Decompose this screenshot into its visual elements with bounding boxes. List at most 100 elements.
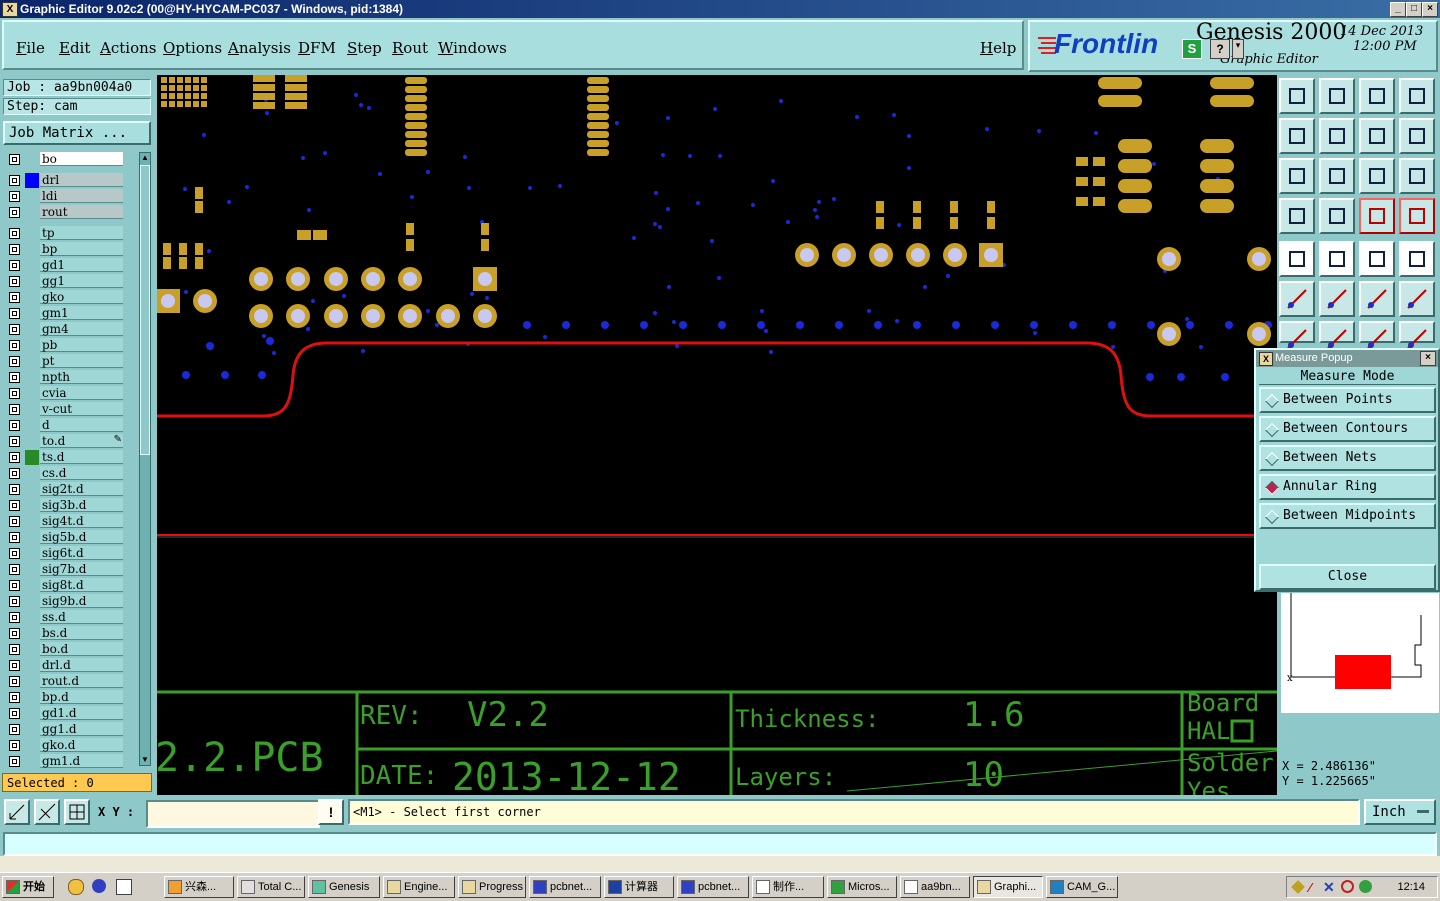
- mirror-icon[interactable]: [1359, 118, 1395, 154]
- measure-option[interactable]: Between Points: [1259, 387, 1436, 413]
- layer-name[interactable]: to.d: [40, 434, 123, 448]
- close-icon[interactable]: ×: [1420, 351, 1436, 366]
- layer-row[interactable]: gm1.d: [6, 754, 124, 769]
- layer-row[interactable]: drl.d: [6, 658, 124, 673]
- query-icon[interactable]: [1399, 158, 1435, 194]
- layer-checkbox[interactable]: [9, 548, 20, 559]
- one-to-one-icon[interactable]: [1359, 158, 1395, 194]
- units-selector[interactable]: Inch: [1364, 799, 1436, 825]
- layer-row[interactable]: sig8t.d: [6, 578, 124, 593]
- layer-checkbox[interactable]: [9, 436, 20, 447]
- layer-checkbox[interactable]: [9, 308, 20, 319]
- layer-row[interactable]: rout: [6, 205, 124, 220]
- layer-checkbox[interactable]: [9, 292, 20, 303]
- layer-checkbox[interactable]: [9, 154, 20, 165]
- layer-checkbox[interactable]: [9, 564, 20, 575]
- connect2-icon[interactable]: [1399, 281, 1435, 317]
- layer-row[interactable]: pb: [6, 338, 124, 353]
- measure-option[interactable]: Between Contours: [1259, 416, 1436, 442]
- layer-name[interactable]: bp: [40, 242, 123, 256]
- layer-name[interactable]: bo: [40, 152, 123, 166]
- start-button[interactable]: 开始: [2, 876, 54, 898]
- layer-name[interactable]: pb: [40, 338, 123, 352]
- layer-name[interactable]: rout.d: [40, 674, 123, 688]
- layer-row[interactable]: pt: [6, 354, 124, 369]
- redraw-icon[interactable]: [1399, 118, 1435, 154]
- taskbar-task[interactable]: Total C...: [237, 876, 305, 898]
- layer-row[interactable]: drl: [6, 173, 124, 188]
- layer-row[interactable]: bp.d: [6, 690, 124, 705]
- close-button[interactable]: Close: [1259, 564, 1436, 590]
- layer-row[interactable]: d: [6, 418, 124, 433]
- layer-row[interactable]: gg1: [6, 274, 124, 289]
- layer-name[interactable]: gko.d: [40, 738, 123, 752]
- scroll-up-icon[interactable]: ▲: [141, 153, 149, 163]
- layer-row[interactable]: ts.d: [6, 450, 124, 465]
- layer-name[interactable]: sig7b.d: [40, 562, 123, 576]
- taskbar-task[interactable]: 计算器: [604, 876, 674, 898]
- layer-checkbox[interactable]: [9, 644, 20, 655]
- center-icon[interactable]: [1319, 158, 1355, 194]
- measure-popup[interactable]: X Measure Popup × Measure Mode Between P…: [1254, 348, 1440, 592]
- layer-row[interactable]: v-cut: [6, 402, 124, 417]
- layer-row[interactable]: gd1.d: [6, 706, 124, 721]
- net-red2-icon[interactable]: [1399, 198, 1435, 234]
- layer-checkbox[interactable]: [9, 388, 20, 399]
- zoom-fit-icon[interactable]: [4, 799, 30, 825]
- pan-left-icon[interactable]: [1279, 118, 1315, 154]
- layer-row[interactable]: sig7b.d: [6, 562, 124, 577]
- layer-name[interactable]: gm1.d: [40, 754, 123, 768]
- layer-row[interactable]: sig5b.d: [6, 530, 124, 545]
- taskbar-task[interactable]: Engine...: [383, 876, 455, 898]
- clock-quicklaunch-icon[interactable]: [68, 879, 84, 895]
- layer-name[interactable]: gm1: [40, 306, 123, 320]
- layer-row[interactable]: bo.d: [6, 642, 124, 657]
- draw-icon[interactable]: [1319, 241, 1355, 277]
- layer-name[interactable]: bs.d: [40, 626, 123, 640]
- scroll-down-icon[interactable]: ▼: [141, 755, 149, 765]
- layer-checkbox[interactable]: [9, 260, 20, 271]
- fit-icon[interactable]: [1279, 158, 1315, 194]
- filter-icon[interactable]: [1279, 198, 1315, 234]
- taskbar-task[interactable]: Genesis: [308, 876, 380, 898]
- layer-row[interactable]: ss.d: [6, 610, 124, 625]
- layer-row[interactable]: gko.d: [6, 738, 124, 753]
- chevron-down-icon[interactable]: ▾: [1232, 39, 1244, 59]
- layer-row[interactable]: bo: [6, 152, 124, 167]
- layer-name[interactable]: tp: [40, 226, 123, 240]
- layer-checkbox[interactable]: [9, 516, 20, 527]
- layer-row[interactable]: sig2t.d: [6, 482, 124, 497]
- slash2-icon[interactable]: [1319, 321, 1355, 349]
- menu-step[interactable]: Step: [347, 39, 382, 57]
- layer-row[interactable]: ldi: [6, 189, 124, 204]
- layer-row[interactable]: gko: [6, 290, 124, 305]
- layer-checkbox[interactable]: [9, 580, 20, 591]
- taskbar-task[interactable]: Progress: [458, 876, 526, 898]
- layer-row[interactable]: rout.d: [6, 674, 124, 689]
- alert-button[interactable]: !: [318, 799, 344, 825]
- layer-name[interactable]: drl.d: [40, 658, 123, 672]
- layer-row[interactable]: sig9b.d: [6, 594, 124, 609]
- layer-checkbox[interactable]: [9, 532, 20, 543]
- layer-checkbox[interactable]: [9, 244, 20, 255]
- layer-row[interactable]: gm1: [6, 306, 124, 321]
- menu-help[interactable]: Help: [980, 39, 1016, 57]
- layer-name[interactable]: cs.d: [40, 466, 123, 480]
- taskbar-task[interactable]: pcbnet...: [529, 876, 601, 898]
- grid-icon[interactable]: [64, 799, 90, 825]
- layer-checkbox[interactable]: [9, 372, 20, 383]
- layer-name[interactable]: gko: [40, 290, 123, 304]
- layer-checkbox[interactable]: [9, 452, 20, 463]
- layer-name[interactable]: bp.d: [40, 690, 123, 704]
- measure-option[interactable]: Between Nets: [1259, 445, 1436, 471]
- layer-name[interactable]: gg1.d: [40, 722, 123, 736]
- layer-row[interactable]: npth: [6, 370, 124, 385]
- tray-pen-icon[interactable]: ⁄: [1309, 880, 1311, 895]
- layer-name[interactable]: ts.d: [40, 450, 123, 464]
- layer-checkbox[interactable]: [9, 708, 20, 719]
- layer-checkbox[interactable]: [9, 484, 20, 495]
- zoom-home-icon[interactable]: [1279, 78, 1315, 114]
- layer-checkbox[interactable]: [9, 175, 20, 186]
- menu-dfm[interactable]: DFM: [298, 39, 336, 57]
- layer-checkbox[interactable]: [9, 740, 20, 751]
